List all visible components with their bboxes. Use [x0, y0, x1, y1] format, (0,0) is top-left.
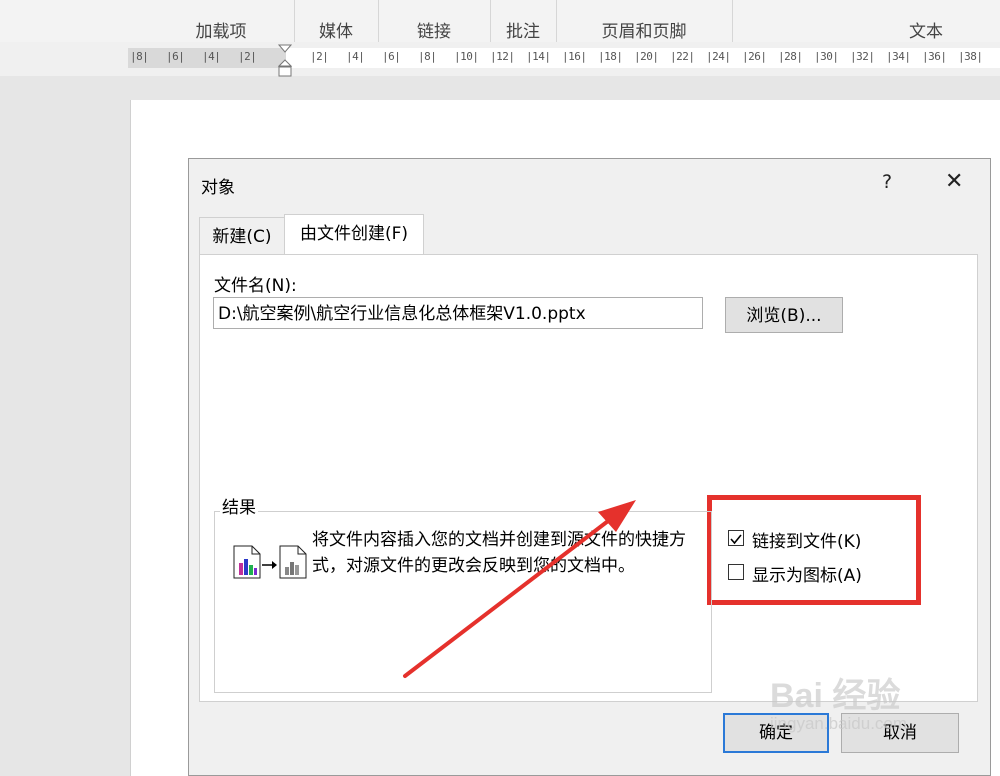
help-button[interactable]: ?	[882, 171, 892, 193]
tab-label: 由文件创建(F)	[299, 224, 409, 244]
ruler-tick: |28|	[778, 50, 803, 63]
ruler-tick: |6|	[166, 50, 185, 63]
ribbon-group-comments[interactable]: 批注	[490, 0, 557, 42]
ribbon-group-addins[interactable]: 加载项	[148, 0, 295, 42]
ruler-tick: |24|	[706, 50, 731, 63]
indent-marker-icon[interactable]	[278, 44, 292, 78]
ruler-tick: |16|	[562, 50, 587, 63]
ribbon: 加载项 媒体 链接 批注 页眉和页脚 文本	[0, 0, 1000, 43]
checkmark-icon	[730, 534, 742, 545]
ruler-tick: |36|	[922, 50, 947, 63]
ruler-tick: |2|	[310, 50, 329, 63]
display-as-icon-label[interactable]: 显示为图标(A)	[752, 561, 862, 586]
result-group-title: 结果	[220, 493, 258, 518]
ruler-tick: |2|	[238, 50, 257, 63]
ruler-tick: |38|	[958, 50, 983, 63]
ribbon-group-links[interactable]: 链接	[378, 0, 491, 42]
ruler-tick: |26|	[742, 50, 767, 63]
ruler-tick: |32|	[850, 50, 875, 63]
linked-file-icon	[233, 545, 307, 579]
ruler-tick: |8|	[418, 50, 437, 63]
ruler-tick: |14|	[526, 50, 551, 63]
ribbon-group-label: 页眉和页脚	[601, 22, 687, 42]
display-as-icon-checkbox[interactable]	[728, 564, 744, 580]
ruler-tick: |34|	[886, 50, 911, 63]
tab-panel: 文件名(N): D:\航空案例\航空行业信息化总体框架V1.0.pptx 浏览(…	[199, 254, 978, 702]
ruler-tick: |12|	[490, 50, 515, 63]
ribbon-group-text[interactable]: 文本	[732, 0, 1000, 42]
ruler-tick: |4|	[346, 50, 365, 63]
ruler-tick: |30|	[814, 50, 839, 63]
ruler-tick: |10|	[454, 50, 479, 63]
watermark-logo: Bai 经验	[770, 677, 901, 715]
browse-button[interactable]: 浏览(B)...	[725, 297, 843, 333]
tab-label: 新建(C)	[212, 227, 272, 247]
file-name-label: 文件名(N):	[214, 276, 297, 296]
ruler-tick: |6|	[382, 50, 401, 63]
close-button[interactable]: ✕	[945, 169, 963, 194]
ruler-tick: |8|	[130, 50, 149, 63]
result-description: 将文件内容插入您的文档并创建到源文件的快捷方式，对源文件的更改会反映到您的文档中…	[312, 530, 686, 576]
watermark: Bai 经验 jingyan.baidu.com	[770, 668, 990, 748]
tab-create-from-file[interactable]: 由文件创建(F)	[284, 214, 424, 255]
ribbon-group-label: 链接	[417, 22, 451, 42]
horizontal-ruler[interactable]: |8| |6| |4| |2| |2| |4| |6| |8| |10| |12…	[128, 48, 1000, 68]
ruler-tick: |4|	[202, 50, 221, 63]
file-name-input[interactable]: D:\航空案例\航空行业信息化总体框架V1.0.pptx	[213, 297, 703, 329]
ruler-tick: |22|	[670, 50, 695, 63]
ribbon-group-label: 加载项	[195, 22, 247, 42]
ribbon-group-label: 文本	[909, 22, 943, 42]
ribbon-group-label: 媒体	[319, 22, 353, 42]
ribbon-group-label: 批注	[506, 22, 540, 42]
ribbon-group-header-footer[interactable]: 页眉和页脚	[556, 0, 733, 42]
link-to-file-label[interactable]: 链接到文件(K)	[752, 527, 861, 552]
tab-create-new[interactable]: 新建(C)	[199, 217, 285, 254]
ribbon-group-media[interactable]: 媒体	[294, 0, 379, 42]
dialog-title: 对象	[201, 178, 235, 198]
ruler-tick: |20|	[634, 50, 659, 63]
watermark-url: jingyan.baidu.com	[770, 714, 908, 733]
ruler-tick: |18|	[598, 50, 623, 63]
link-to-file-checkbox[interactable]	[728, 530, 744, 546]
